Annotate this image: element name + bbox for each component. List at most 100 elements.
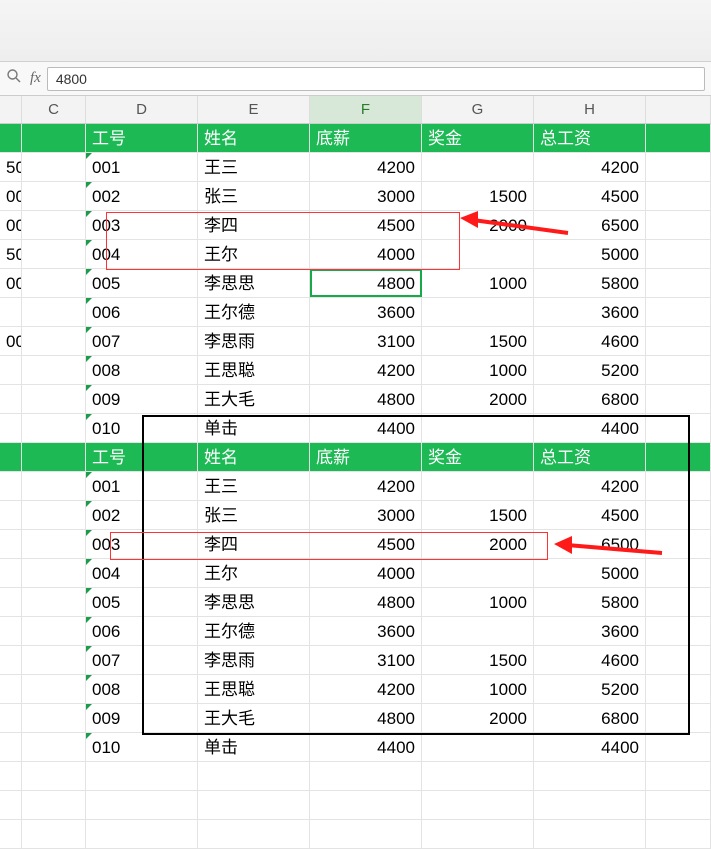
cell-name[interactable]: 李四 <box>198 211 310 239</box>
cell[interactable] <box>22 733 86 761</box>
cell-id[interactable]: 002 <box>86 182 198 210</box>
spreadsheet-grid[interactable]: C D E F G H 工号姓名底薪奖金总工资500001王三420042000… <box>0 96 711 849</box>
cell[interactable] <box>646 124 711 152</box>
cell[interactable] <box>646 733 711 761</box>
cell[interactable] <box>646 820 711 848</box>
cell[interactable] <box>22 472 86 500</box>
cell[interactable] <box>646 182 711 210</box>
cell-name[interactable]: 单击 <box>198 733 310 761</box>
cell[interactable] <box>86 820 198 848</box>
cell[interactable] <box>534 820 646 848</box>
cell-base[interactable]: 4500 <box>310 211 422 239</box>
cell[interactable] <box>646 501 711 529</box>
cell[interactable]: 底薪 <box>310 443 422 471</box>
cell[interactable] <box>22 211 86 239</box>
cell-id[interactable]: 008 <box>86 675 198 703</box>
cell[interactable]: 姓名 <box>198 443 310 471</box>
cell[interactable] <box>646 559 711 587</box>
cell-id[interactable]: 004 <box>86 240 198 268</box>
cell-id[interactable]: 007 <box>86 327 198 355</box>
cell[interactable] <box>646 269 711 297</box>
cell-total[interactable]: 4500 <box>534 501 646 529</box>
cell[interactable]: 总工资 <box>534 443 646 471</box>
cell-base[interactable]: 4500 <box>310 530 422 558</box>
cell[interactable] <box>22 530 86 558</box>
cell-bonus[interactable]: 1000 <box>422 588 534 616</box>
cell-id[interactable]: 006 <box>86 617 198 645</box>
cell[interactable] <box>646 414 711 442</box>
cell[interactable] <box>646 530 711 558</box>
cell-bonus[interactable]: 1000 <box>422 356 534 384</box>
cell-total[interactable]: 4600 <box>534 646 646 674</box>
cell[interactable] <box>646 704 711 732</box>
cell-base[interactable]: 4400 <box>310 414 422 442</box>
cell[interactable] <box>646 327 711 355</box>
cell[interactable]: 底薪 <box>310 124 422 152</box>
cell-name[interactable]: 王大毛 <box>198 385 310 413</box>
cell-id[interactable]: 008 <box>86 356 198 384</box>
cell-total[interactable]: 6500 <box>534 211 646 239</box>
cell[interactable] <box>646 646 711 674</box>
col-header-c[interactable]: C <box>22 96 86 123</box>
cell[interactable] <box>198 791 310 819</box>
cell-total[interactable]: 4400 <box>534 733 646 761</box>
cell[interactable] <box>646 240 711 268</box>
cell-name[interactable]: 张三 <box>198 501 310 529</box>
cell[interactable] <box>22 501 86 529</box>
cell-id[interactable]: 001 <box>86 153 198 181</box>
cell-base[interactable]: 3600 <box>310 298 422 326</box>
cell[interactable] <box>22 182 86 210</box>
cell-bonus[interactable]: 2000 <box>422 385 534 413</box>
cell-total[interactable]: 3600 <box>534 617 646 645</box>
cell-base[interactable]: 4800 <box>310 588 422 616</box>
cell[interactable] <box>646 356 711 384</box>
cell-total[interactable]: 4400 <box>534 414 646 442</box>
cell[interactable] <box>22 240 86 268</box>
cell-bonus[interactable] <box>422 472 534 500</box>
cell-id[interactable]: 003 <box>86 211 198 239</box>
cell-bonus[interactable] <box>422 617 534 645</box>
cell[interactable]: 总工资 <box>534 124 646 152</box>
cell[interactable] <box>646 472 711 500</box>
cell-name[interactable]: 王思聪 <box>198 675 310 703</box>
cell[interactable] <box>646 153 711 181</box>
cell[interactable] <box>534 762 646 790</box>
cell-id[interactable]: 005 <box>86 588 198 616</box>
cell[interactable] <box>646 617 711 645</box>
cell-base[interactable]: 4200 <box>310 356 422 384</box>
cell-base[interactable]: 4200 <box>310 675 422 703</box>
cell-id[interactable]: 002 <box>86 501 198 529</box>
cell-total[interactable]: 4600 <box>534 327 646 355</box>
cell-total[interactable]: 6800 <box>534 385 646 413</box>
cell-bonus[interactable] <box>422 153 534 181</box>
col-header-f[interactable]: F <box>310 96 422 123</box>
cell-base[interactable]: 4800 <box>310 269 422 297</box>
cell-id[interactable]: 009 <box>86 704 198 732</box>
cell-total[interactable]: 4200 <box>534 472 646 500</box>
cell-bonus[interactable]: 1500 <box>422 646 534 674</box>
cell[interactable] <box>646 762 711 790</box>
cell-base[interactable]: 3600 <box>310 617 422 645</box>
cell[interactable] <box>22 327 86 355</box>
cell[interactable] <box>310 762 422 790</box>
cell[interactable]: 奖金 <box>422 443 534 471</box>
cell[interactable] <box>646 385 711 413</box>
cell-base[interactable]: 4800 <box>310 385 422 413</box>
col-header-e[interactable]: E <box>198 96 310 123</box>
cell-base[interactable]: 4200 <box>310 153 422 181</box>
cell-bonus[interactable]: 1500 <box>422 182 534 210</box>
cell[interactable] <box>198 820 310 848</box>
cell[interactable] <box>86 791 198 819</box>
cell-total[interactable]: 4200 <box>534 153 646 181</box>
cell[interactable] <box>422 762 534 790</box>
cell-bonus[interactable]: 2000 <box>422 530 534 558</box>
cell[interactable] <box>22 588 86 616</box>
cell[interactable] <box>646 588 711 616</box>
cell-name[interactable]: 李思思 <box>198 269 310 297</box>
cell-bonus[interactable]: 2000 <box>422 211 534 239</box>
cell[interactable]: 工号 <box>86 124 198 152</box>
cell-total[interactable]: 5800 <box>534 588 646 616</box>
cell-bonus[interactable]: 1500 <box>422 501 534 529</box>
cell-total[interactable]: 5200 <box>534 356 646 384</box>
cell-name[interactable]: 李思雨 <box>198 646 310 674</box>
